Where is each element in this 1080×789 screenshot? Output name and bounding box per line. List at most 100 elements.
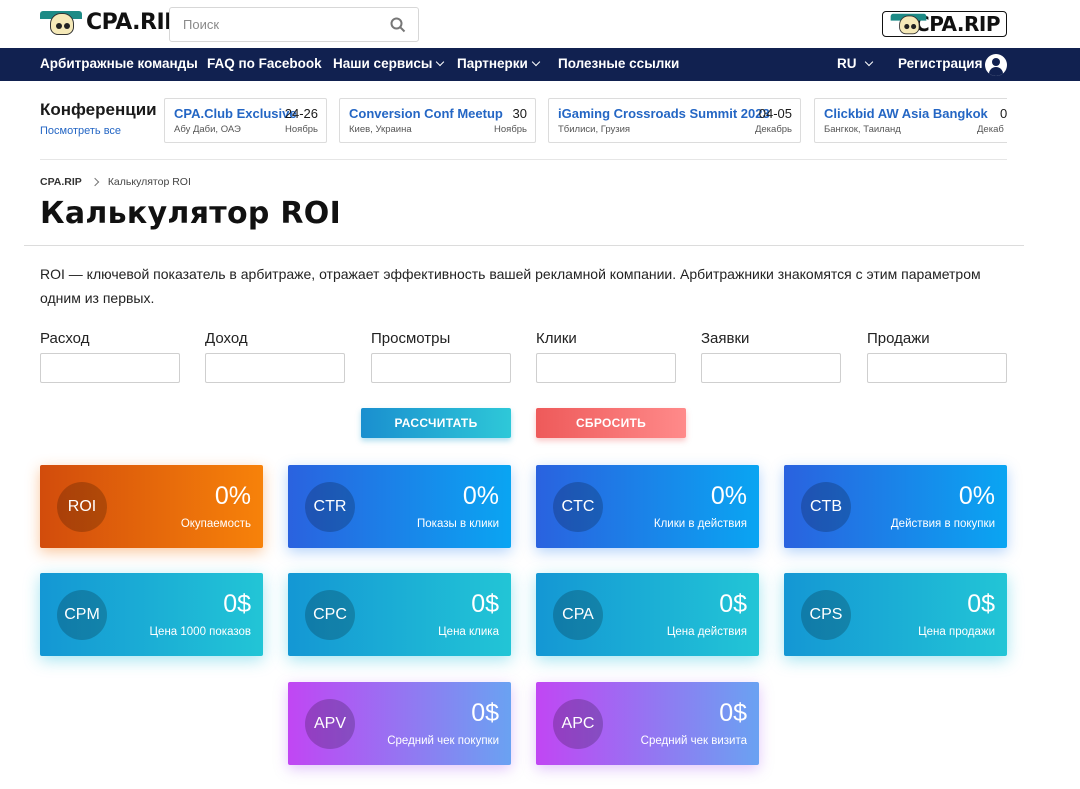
views-input[interactable] xyxy=(371,353,511,383)
field-sales: Продажи xyxy=(867,330,1007,383)
language-selector[interactable]: RU xyxy=(837,48,873,81)
partner-logo[interactable]: CPA.RIP xyxy=(882,11,1007,37)
conference-location: Бангкок, Таиланд xyxy=(824,124,901,135)
chevron-right-icon xyxy=(90,177,100,187)
field-label: Расход xyxy=(40,330,90,347)
breadcrumb: CPA.RIP Калькулятор ROI xyxy=(40,176,191,188)
field-clicks: Клики xyxy=(536,330,676,383)
conference-month: Ноябрь xyxy=(494,124,527,135)
sales-input[interactable] xyxy=(867,353,1007,383)
metric-card-roi: ROI 0% Окупаемость xyxy=(40,465,263,548)
conference-name: iGaming Crossroads Summit 2023 xyxy=(558,106,770,121)
conference-month: Ноябрь xyxy=(285,124,318,135)
metric-label: Цена 1000 показов xyxy=(149,626,251,638)
page-description: ROI — ключевой показатель в арбитраже, о… xyxy=(40,266,981,306)
search-icon[interactable] xyxy=(390,17,406,33)
metric-abbr: CPS xyxy=(801,590,851,640)
metric-value: 0$ xyxy=(471,590,499,618)
metric-card-ctr: CTR 0% Показы в клики xyxy=(288,465,511,548)
field-label: Заявки xyxy=(701,330,750,347)
metric-abbr: CTR xyxy=(305,482,355,532)
metric-card-cpm: CPM 0$ Цена 1000 показов xyxy=(40,573,263,656)
divider xyxy=(24,245,1024,246)
metric-label: Цена клика xyxy=(438,626,499,638)
conference-card[interactable]: CPA.Club Exclusive Абу Даби, ОАЭ 24-26 Н… xyxy=(164,98,327,143)
conference-strip: CPA.Club Exclusive Абу Даби, ОАЭ 24-26 Н… xyxy=(164,98,1007,144)
skull-logo-icon xyxy=(890,13,927,35)
metric-value: 0$ xyxy=(223,590,251,618)
metric-value: 0% xyxy=(462,482,499,510)
field-label: Клики xyxy=(536,330,577,347)
leads-input[interactable] xyxy=(701,353,841,383)
metric-abbr: APV xyxy=(305,699,355,749)
conference-month: Декабрь xyxy=(754,124,792,135)
calculate-button[interactable]: РАССЧИТАТЬ xyxy=(361,408,511,438)
conference-name: Conversion Conf Meetup xyxy=(349,106,503,121)
metric-value: 0$ xyxy=(719,699,747,727)
register-link[interactable]: Регистрация xyxy=(898,48,982,81)
conference-dates: 30 xyxy=(512,106,527,121)
nav-item-services[interactable]: Наши сервисы xyxy=(333,48,445,81)
reset-button[interactable]: СБРОСИТЬ xyxy=(536,408,686,438)
metric-abbr: CPA xyxy=(553,590,603,640)
metric-label: Цена действия xyxy=(666,626,747,638)
nav-item-useful-links[interactable]: Полезные ссылки xyxy=(558,48,679,81)
field-label: Доход xyxy=(205,330,248,347)
conference-dates: 04-05 xyxy=(758,106,792,121)
site-logo[interactable]: CPA.RIP xyxy=(40,10,180,35)
nav-item-arbitrage-teams[interactable]: Арбитражные команды xyxy=(40,48,198,81)
metric-label: Средний чек покупки xyxy=(387,735,499,747)
metric-value: 0$ xyxy=(719,590,747,618)
conference-card[interactable]: Clickbid AW Asia Bangkok Бангкок, Таилан… xyxy=(814,98,1007,143)
income-input[interactable] xyxy=(205,353,345,383)
partner-logo-text: CPA.RIP xyxy=(915,12,1000,36)
top-header: CPA.RIP CPA.RIP xyxy=(0,0,1080,48)
metric-abbr: CPC xyxy=(305,590,355,640)
field-income: Доход xyxy=(205,330,345,383)
conference-location: Абу Даби, ОАЭ xyxy=(174,124,241,135)
field-label: Просмотры xyxy=(371,330,451,347)
field-expense: Расход xyxy=(40,330,180,383)
metric-abbr: APC xyxy=(553,699,603,749)
nav-item-partners[interactable]: Партнерки xyxy=(457,48,541,81)
metric-abbr: ROI xyxy=(57,482,107,532)
metric-value: 0% xyxy=(214,482,251,510)
metric-card-cps: CPS 0$ Цена продажи xyxy=(784,573,1007,656)
metric-value: 0% xyxy=(710,482,747,510)
user-avatar-icon[interactable] xyxy=(985,54,1007,76)
breadcrumb-home-link[interactable]: CPA.RIP xyxy=(40,176,82,188)
conference-name: CPA.Club Exclusive xyxy=(174,106,297,121)
conference-card[interactable]: Conversion Conf Meetup Киев, Украина 30 … xyxy=(339,98,536,143)
conference-month: Декаб xyxy=(977,124,1004,135)
metric-value: 0$ xyxy=(967,590,995,618)
conferences-title: Конференции xyxy=(40,100,157,119)
field-label: Продажи xyxy=(867,330,930,347)
search-box[interactable] xyxy=(169,7,419,42)
metric-label: Цена продажи xyxy=(918,626,995,638)
search-input[interactable] xyxy=(170,8,370,41)
conference-card[interactable]: iGaming Crossroads Summit 2023 Тбилиси, … xyxy=(548,98,801,143)
field-views: Просмотры xyxy=(371,330,511,383)
breadcrumb-current: Калькулятор ROI xyxy=(107,176,191,188)
metric-value: 0$ xyxy=(471,699,499,727)
metric-abbr: CTB xyxy=(801,482,851,532)
clicks-input[interactable] xyxy=(536,353,676,383)
metric-label: Окупаемость xyxy=(180,518,251,530)
chevron-down-icon xyxy=(531,57,541,67)
skull-logo-icon xyxy=(40,10,82,35)
metric-abbr: CPM xyxy=(57,590,107,640)
metric-value: 0% xyxy=(958,482,995,510)
conference-dates: 0 xyxy=(1000,106,1007,121)
see-all-conferences-link[interactable]: Посмотреть все xyxy=(40,125,121,137)
divider xyxy=(40,159,1007,160)
logo-text: CPA.RIP xyxy=(86,10,180,35)
conference-location: Тбилиси, Грузия xyxy=(558,124,631,135)
metric-label: Средний чек визита xyxy=(640,735,747,747)
conference-location: Киев, Украина xyxy=(349,124,412,135)
metric-abbr: CTC xyxy=(553,482,603,532)
metric-label: Действия в покупки xyxy=(890,518,995,530)
metric-card-ctb: CTB 0% Действия в покупки xyxy=(784,465,1007,548)
expense-input[interactable] xyxy=(40,353,180,383)
metric-card-cpa: CPA 0$ Цена действия xyxy=(536,573,759,656)
nav-item-faq-facebook[interactable]: FAQ по Facebook xyxy=(207,48,322,81)
